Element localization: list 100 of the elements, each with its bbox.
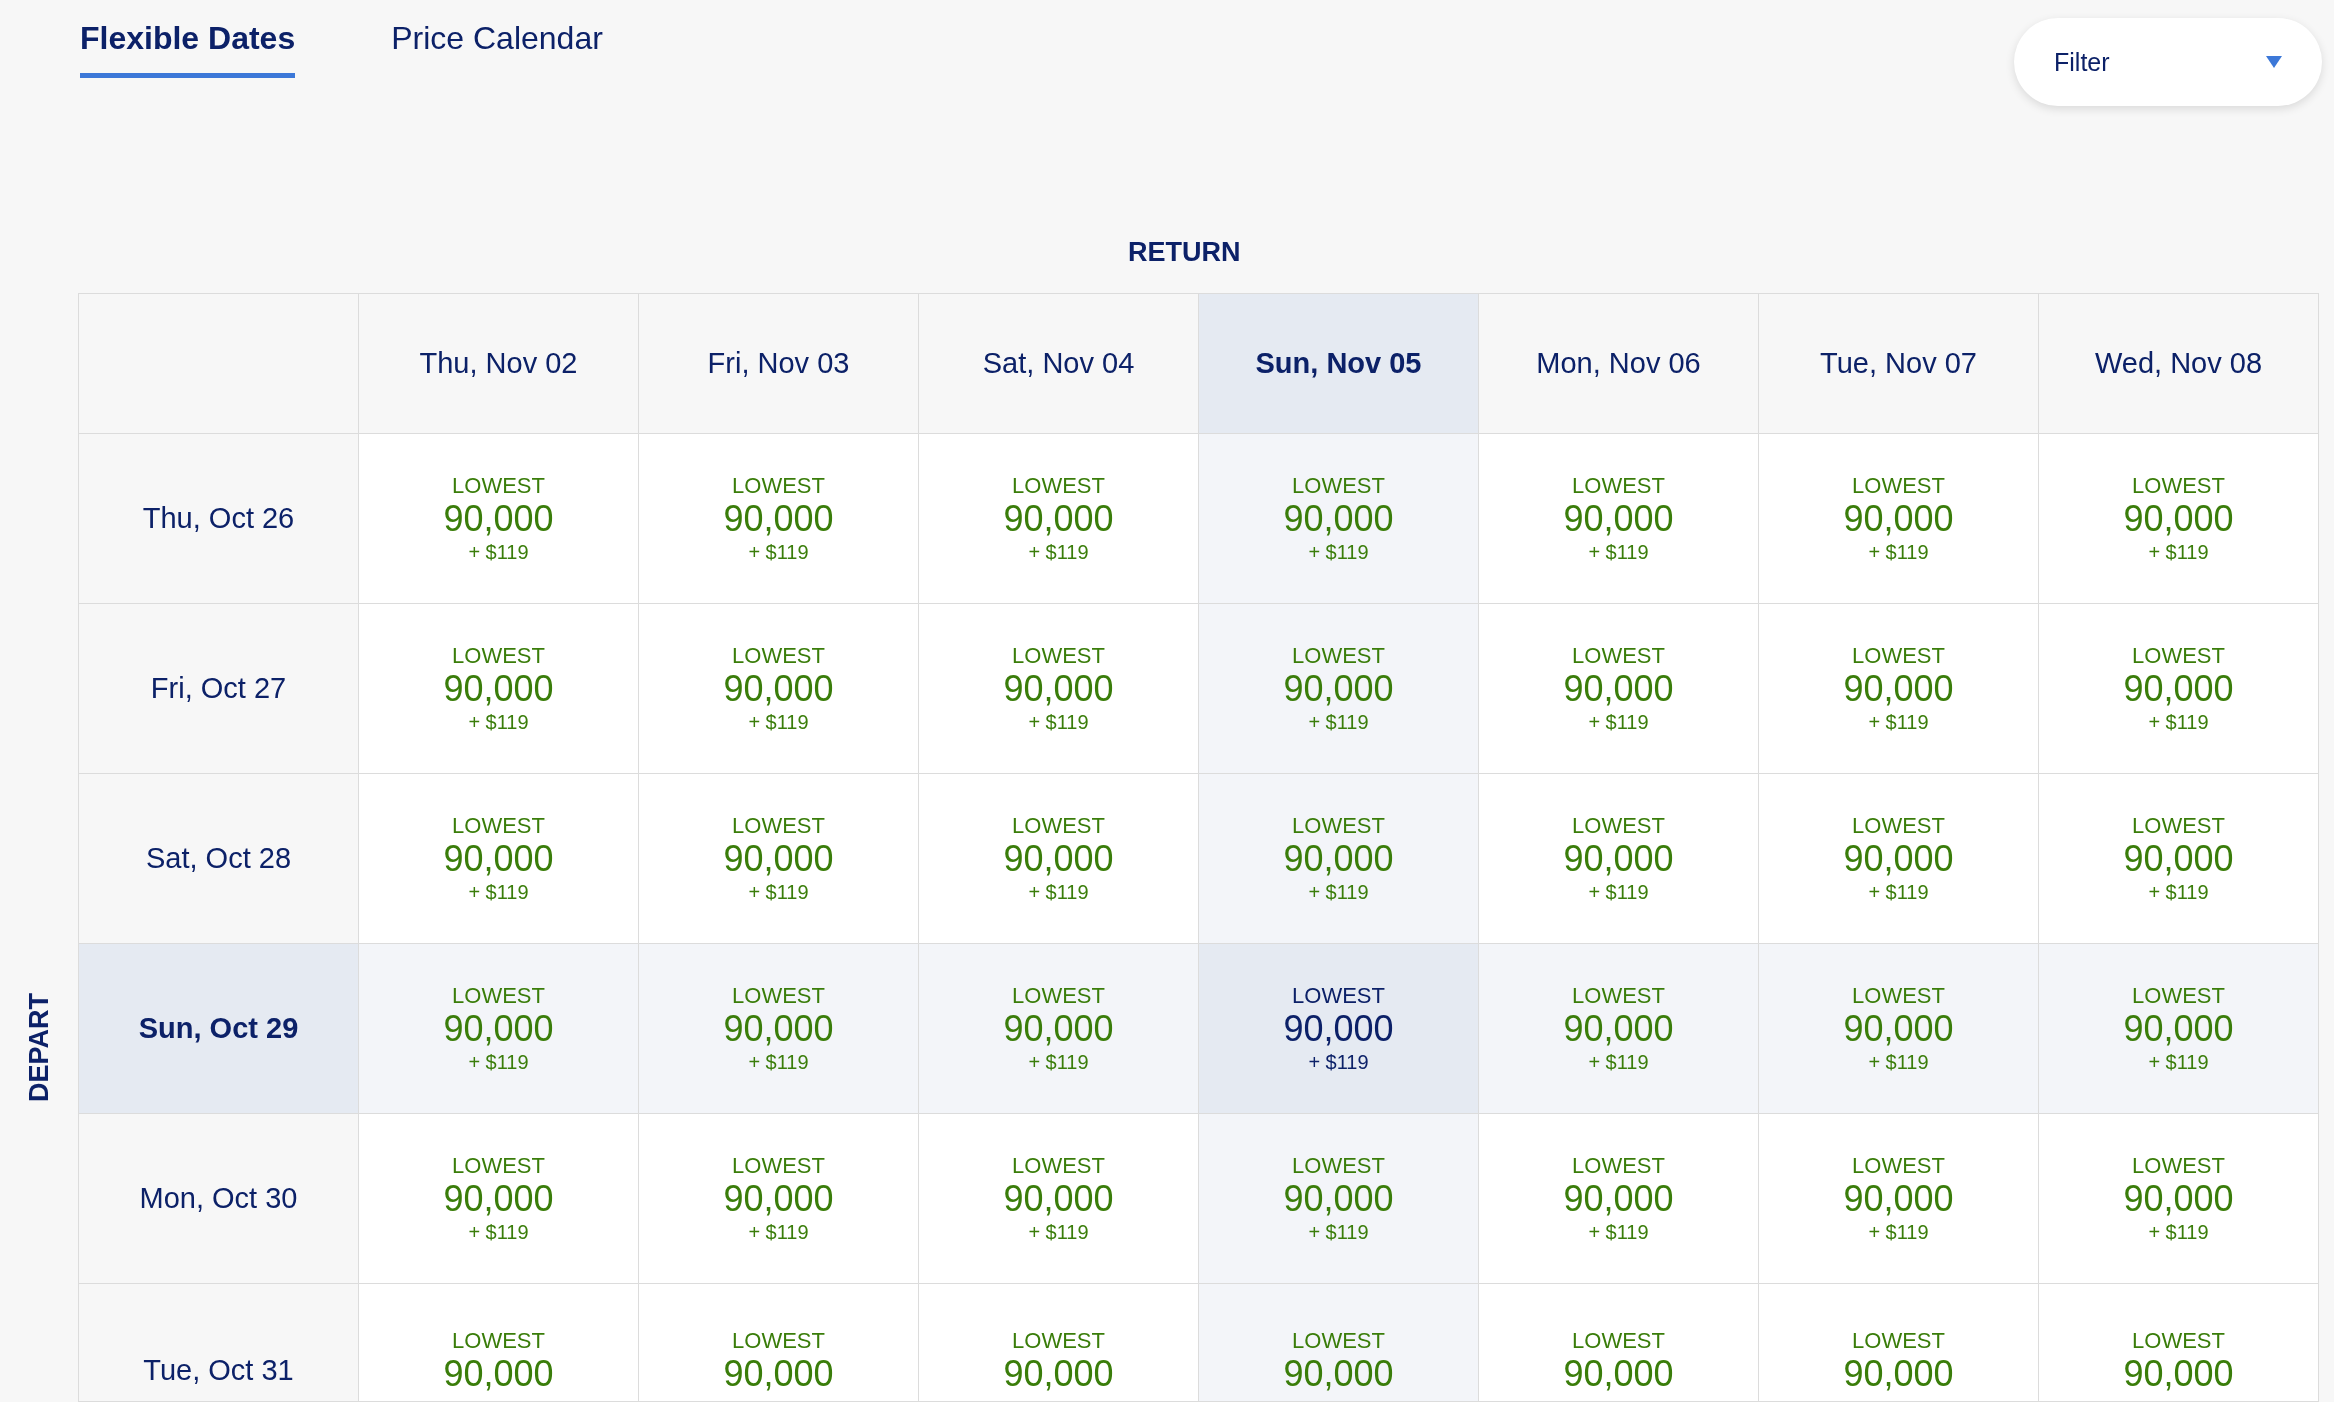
fare-fee: + $119 [468, 1219, 529, 1245]
fare-cell[interactable]: LOWEST 90,000 [2039, 1284, 2319, 1402]
fare-points: 90,000 [1843, 668, 1954, 709]
fare-tag: LOWEST [1572, 472, 1665, 499]
fare-points: 90,000 [1003, 1008, 1114, 1049]
fare-tag: LOWEST [452, 642, 545, 669]
fare-points: 90,000 [1283, 498, 1394, 539]
fare-cell[interactable]: LOWEST 90,000 + $119 [1199, 774, 1479, 944]
fare-tag: LOWEST [1852, 812, 1945, 839]
fare-cell[interactable]: LOWEST 90,000 + $119 [1479, 944, 1759, 1114]
fare-points: 90,000 [1003, 1178, 1114, 1219]
fare-cell[interactable]: LOWEST 90,000 + $119 [359, 774, 639, 944]
fare-fee: + $119 [1308, 709, 1369, 735]
fare-cell[interactable]: LOWEST 90,000 + $119 [1199, 944, 1479, 1114]
fare-tag: LOWEST [1852, 472, 1945, 499]
fare-cell[interactable]: LOWEST 90,000 + $119 [919, 774, 1199, 944]
fare-points: 90,000 [2123, 1008, 2234, 1049]
fare-cell[interactable]: LOWEST 90,000 + $119 [919, 434, 1199, 604]
fare-cell[interactable]: LOWEST 90,000 + $119 [2039, 1114, 2319, 1284]
fare-cell[interactable]: LOWEST 90,000 + $119 [2039, 604, 2319, 774]
fare-fee: + $119 [1868, 709, 1929, 735]
fare-fee: + $119 [1868, 1219, 1929, 1245]
fare-cell[interactable]: LOWEST 90,000 + $119 [639, 944, 919, 1114]
fare-tag: LOWEST [1572, 1152, 1665, 1179]
fare-tag: LOWEST [2132, 982, 2225, 1009]
row-header: Fri, Oct 27 [79, 604, 359, 774]
fare-cell[interactable]: LOWEST 90,000 + $119 [1479, 1114, 1759, 1284]
fare-points: 90,000 [723, 838, 834, 879]
fare-fee: + $119 [1868, 879, 1929, 905]
fare-tag: LOWEST [1572, 1328, 1665, 1354]
fare-tag: LOWEST [1852, 1328, 1945, 1354]
fare-cell[interactable]: LOWEST 90,000 + $119 [1759, 944, 2039, 1114]
fare-cell[interactable]: LOWEST 90,000 + $119 [919, 604, 1199, 774]
fare-tag: LOWEST [1012, 982, 1105, 1009]
fare-cell[interactable]: LOWEST 90,000 [1199, 1284, 1479, 1402]
fare-points: 90,000 [1843, 838, 1954, 879]
filter-dropdown[interactable]: Filter [2014, 18, 2322, 106]
fare-cell[interactable]: LOWEST 90,000 + $119 [1759, 774, 2039, 944]
fare-tag: LOWEST [732, 812, 825, 839]
fare-points: 90,000 [1843, 1178, 1954, 1219]
fare-cell[interactable]: LOWEST 90,000 + $119 [1479, 434, 1759, 604]
fare-points: 90,000 [1003, 668, 1114, 709]
fare-cell[interactable]: LOWEST 90,000 [1479, 1284, 1759, 1402]
fare-points: 90,000 [1283, 1178, 1394, 1219]
fare-points: 90,000 [1563, 498, 1674, 539]
fare-fee: + $119 [468, 539, 529, 565]
row-header: Tue, Oct 31 [79, 1284, 359, 1402]
return-heading: RETURN [1128, 237, 1241, 269]
fare-points: 90,000 [723, 1354, 834, 1394]
fare-points: 90,000 [1563, 1354, 1674, 1394]
fare-tag: LOWEST [1012, 812, 1105, 839]
fare-cell[interactable]: LOWEST 90,000 + $119 [639, 774, 919, 944]
caret-icon [2266, 56, 2282, 68]
fare-cell[interactable]: LOWEST 90,000 [639, 1284, 919, 1402]
fare-cell[interactable]: LOWEST 90,000 + $119 [1479, 774, 1759, 944]
fare-points: 90,000 [2123, 1354, 2234, 1394]
fare-cell[interactable]: LOWEST 90,000 + $119 [2039, 434, 2319, 604]
fare-points: 90,000 [1003, 838, 1114, 879]
column-header: Thu, Nov 02 [359, 294, 639, 434]
fare-points: 90,000 [1283, 668, 1394, 709]
column-header: Fri, Nov 03 [639, 294, 919, 434]
fare-fee: + $119 [1308, 1219, 1369, 1245]
fare-points: 90,000 [443, 1178, 554, 1219]
fare-cell[interactable]: LOWEST 90,000 + $119 [359, 434, 639, 604]
fare-cell[interactable]: LOWEST 90,000 + $119 [359, 944, 639, 1114]
tab[interactable]: Price Calendar [391, 20, 603, 78]
row-header: Thu, Oct 26 [79, 434, 359, 604]
depart-heading: DEPART [23, 993, 55, 1102]
fare-tag: LOWEST [2132, 642, 2225, 669]
fare-fee: + $119 [1588, 1219, 1649, 1245]
fare-points: 90,000 [723, 498, 834, 539]
fare-cell[interactable]: LOWEST 90,000 + $119 [1759, 1114, 2039, 1284]
fare-cell[interactable]: LOWEST 90,000 + $119 [1199, 1114, 1479, 1284]
fare-cell[interactable]: LOWEST 90,000 + $119 [919, 1114, 1199, 1284]
fare-fee: + $119 [468, 709, 529, 735]
fare-cell[interactable]: LOWEST 90,000 + $119 [2039, 774, 2319, 944]
fare-cell[interactable]: LOWEST 90,000 [1759, 1284, 2039, 1402]
fare-cell[interactable]: LOWEST 90,000 + $119 [919, 944, 1199, 1114]
fare-fee: + $119 [1588, 709, 1649, 735]
fare-cell[interactable]: LOWEST 90,000 + $119 [359, 604, 639, 774]
fare-cell[interactable]: LOWEST 90,000 [359, 1284, 639, 1402]
fare-cell[interactable]: LOWEST 90,000 + $119 [1479, 604, 1759, 774]
column-header: Tue, Nov 07 [1759, 294, 2039, 434]
fare-cell[interactable]: LOWEST 90,000 + $119 [2039, 944, 2319, 1114]
fare-cell[interactable]: LOWEST 90,000 + $119 [639, 604, 919, 774]
fare-points: 90,000 [2123, 838, 2234, 879]
fare-tag: LOWEST [1572, 642, 1665, 669]
fare-cell[interactable]: LOWEST 90,000 + $119 [1199, 604, 1479, 774]
fare-tag: LOWEST [452, 1328, 545, 1354]
fare-cell[interactable]: LOWEST 90,000 + $119 [1759, 434, 2039, 604]
column-header: Sat, Nov 04 [919, 294, 1199, 434]
fare-cell[interactable]: LOWEST 90,000 + $119 [639, 1114, 919, 1284]
fare-cell[interactable]: LOWEST 90,000 + $119 [359, 1114, 639, 1284]
fare-cell[interactable]: LOWEST 90,000 + $119 [1199, 434, 1479, 604]
tab[interactable]: Flexible Dates [80, 20, 296, 78]
fare-cell[interactable]: LOWEST 90,000 [919, 1284, 1199, 1402]
fare-cell[interactable]: LOWEST 90,000 + $119 [1759, 604, 2039, 774]
fare-cell[interactable]: LOWEST 90,000 + $119 [639, 434, 919, 604]
fare-fee: + $119 [1588, 539, 1649, 565]
fare-tag: LOWEST [1572, 812, 1665, 839]
